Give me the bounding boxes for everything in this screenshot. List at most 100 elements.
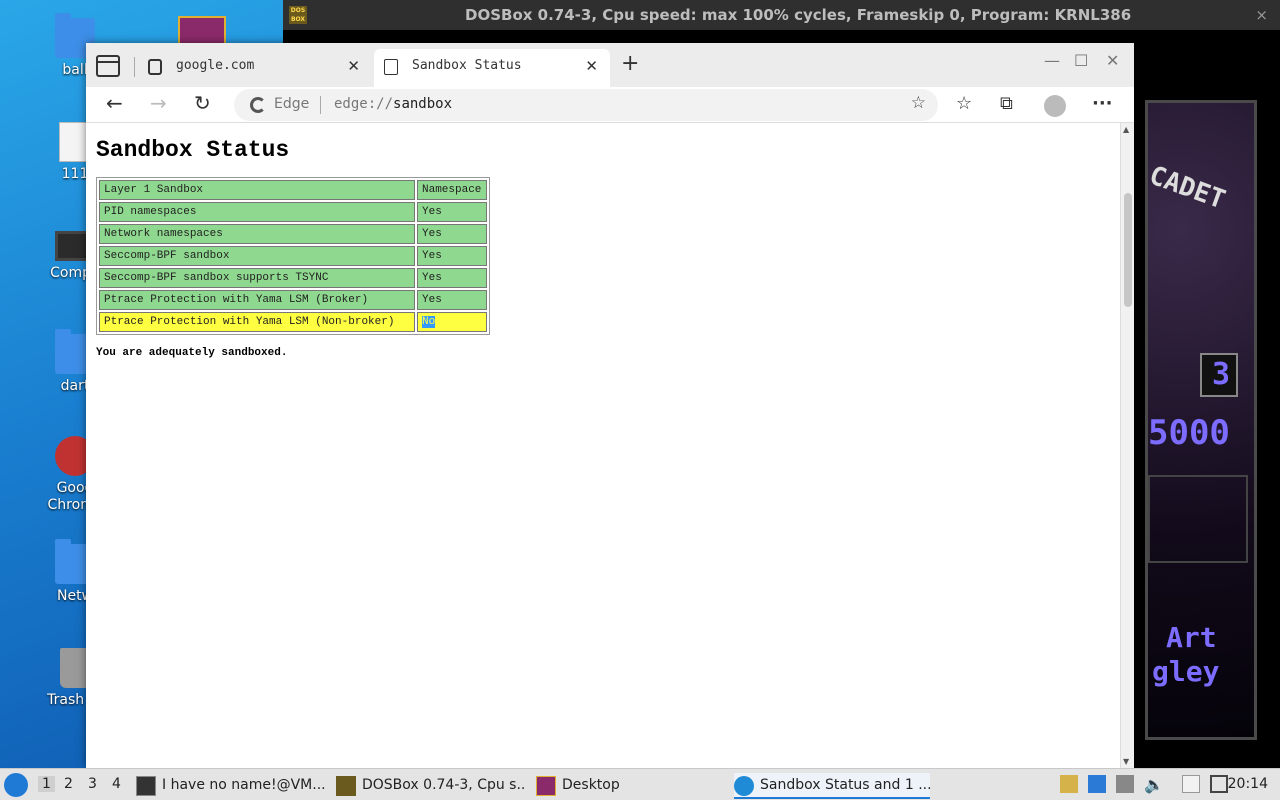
- feature-cell: Ptrace Protection with Yama LSM (Broker): [99, 290, 415, 310]
- page-content: Sandbox Status Layer 1 Sandbox Namespace P…: [86, 123, 1120, 768]
- address-bar[interactable]: Edge edge://sandbox ☆: [234, 89, 938, 121]
- pinball-game-view[interactable]: CADET 3 5000 Art gley: [1145, 100, 1257, 740]
- profile-avatar-icon[interactable]: [1044, 95, 1066, 117]
- feature-cell: Network namespaces: [99, 224, 415, 244]
- reload-icon[interactable]: ↻: [194, 91, 211, 115]
- browser-toolbar: ← → ↻ Edge edge://sandbox ☆ ☆ ⧉ ···: [86, 87, 1134, 123]
- page-scrollbar[interactable]: ▲ ▼: [1120, 123, 1134, 768]
- collections-icon[interactable]: ⧉: [1000, 93, 1013, 114]
- minimize-icon[interactable]: —: [1044, 51, 1060, 70]
- value-cell: Yes: [417, 224, 487, 244]
- tab-title: google.com: [176, 58, 255, 73]
- page-title: Sandbox Status: [96, 137, 290, 163]
- feature-cell: Ptrace Protection with Yama LSM (Non-bro…: [99, 312, 415, 332]
- table-row: Ptrace Protection with Yama LSM (Non-bro…: [99, 312, 487, 332]
- dosbox-icon: DOS BOX: [289, 6, 307, 24]
- dosbox-title-bar[interactable]: DOS BOX DOSBox 0.74-3, Cpu speed: max 10…: [283, 0, 1280, 30]
- winrar-icon[interactable]: [178, 16, 226, 46]
- network-tray-icon[interactable]: [1210, 775, 1228, 793]
- sandbox-status-table: Layer 1 Sandbox Namespace PID namespaces Ye…: [96, 177, 490, 335]
- workspace-4[interactable]: 4: [112, 776, 121, 792]
- feature-cell: Layer 1 Sandbox: [99, 180, 415, 200]
- tab-google[interactable]: google.com ✕: [138, 49, 372, 87]
- scroll-up-icon[interactable]: ▲: [1123, 125, 1129, 134]
- workspace-1[interactable]: 1: [38, 776, 55, 792]
- table-row: Seccomp-BPF sandbox Yes: [99, 246, 487, 266]
- ball-count: 3: [1212, 357, 1231, 392]
- clock: 20:14: [1227, 776, 1268, 792]
- edge-icon: [734, 776, 754, 796]
- address-brand: Edge: [274, 96, 310, 112]
- notes-tray-icon[interactable]: [1060, 775, 1078, 793]
- task-label: I have no name!@VM...: [162, 777, 326, 793]
- game-panel: [1148, 475, 1248, 563]
- display-tray-icon[interactable]: [1088, 775, 1106, 793]
- value-cell: Yes: [417, 268, 487, 288]
- page-favicon-icon: [148, 59, 162, 75]
- maximize-icon[interactable]: ☐: [1074, 51, 1088, 70]
- url-scheme: edge://: [334, 96, 394, 112]
- taskbar: 1 2 3 4 I have no name!@VM... DOSBox 0.7…: [0, 768, 1280, 800]
- value-cell: No: [417, 312, 487, 332]
- desktop-icon-label: 111: [61, 166, 89, 182]
- more-options-icon[interactable]: ···: [1092, 93, 1113, 114]
- selected-text: No: [422, 316, 436, 328]
- game-score: 5000: [1148, 413, 1230, 453]
- tab-bar[interactable]: google.com ✕ Sandbox Status ✕ + — ☐ ✕: [86, 43, 1134, 87]
- dosbox-close-icon[interactable]: ×: [1255, 0, 1268, 30]
- desktop-icon: [536, 776, 556, 796]
- url-path: sandbox: [393, 96, 453, 112]
- game-credit-line-1: Art: [1166, 621, 1217, 654]
- task-desktop[interactable]: Desktop: [536, 773, 636, 799]
- add-favorite-icon[interactable]: ☆: [911, 93, 926, 113]
- forward-icon[interactable]: →: [150, 91, 167, 115]
- workspace-2[interactable]: 2: [64, 776, 73, 792]
- sandbox-summary: You are adequately sandboxed.: [96, 347, 288, 359]
- close-window-icon[interactable]: ✕: [1106, 51, 1119, 70]
- table-row: Seccomp-BPF sandbox supports TSYNC Yes: [99, 268, 487, 288]
- favorites-icon[interactable]: ☆: [956, 93, 972, 114]
- value-cell: Yes: [417, 246, 487, 266]
- new-tab-button[interactable]: +: [621, 51, 639, 76]
- clipboard-tray-icon[interactable]: [1182, 775, 1200, 793]
- game-credit-line-2: gley: [1152, 655, 1220, 688]
- value-cell: Yes: [417, 290, 487, 310]
- workspace-3[interactable]: 3: [88, 776, 97, 792]
- address-url[interactable]: edge://sandbox: [334, 96, 452, 112]
- table-row: Network namespaces Yes: [99, 224, 487, 244]
- game-logo: CADET: [1145, 160, 1230, 216]
- table-row: PID namespaces Yes: [99, 202, 487, 222]
- feature-cell: Seccomp-BPF sandbox supports TSYNC: [99, 268, 415, 288]
- task-label: Sandbox Status and 1 ...: [760, 777, 930, 793]
- storage-tray-icon[interactable]: [1116, 775, 1134, 793]
- table-row: Layer 1 Sandbox Namespace: [99, 180, 487, 200]
- desktop-icon-label: ball: [62, 62, 88, 78]
- volume-icon[interactable]: 🔈: [1144, 775, 1164, 794]
- dosbox-title: DOSBox 0.74-3, Cpu speed: max 100% cycle…: [465, 6, 1132, 24]
- ball-count-box: 3: [1200, 353, 1238, 397]
- dosbox-icon: [336, 776, 356, 796]
- task-label: DOSBox 0.74-3, Cpu s...: [362, 777, 526, 793]
- address-separator: [320, 96, 321, 114]
- browser-window[interactable]: google.com ✕ Sandbox Status ✕ + — ☐ ✕ ← …: [86, 43, 1134, 768]
- document-favicon-icon: [384, 59, 398, 75]
- tab-title: Sandbox Status: [412, 58, 522, 73]
- tab-separator: [134, 57, 135, 77]
- task-terminal[interactable]: I have no name!@VM...: [136, 773, 326, 799]
- tab-sandbox-status[interactable]: Sandbox Status ✕: [374, 49, 610, 87]
- start-menu-icon[interactable]: [4, 773, 28, 797]
- back-icon[interactable]: ←: [106, 91, 123, 115]
- tab-actions-icon[interactable]: [96, 55, 120, 77]
- feature-cell: Seccomp-BPF sandbox: [99, 246, 415, 266]
- scrollbar-thumb[interactable]: [1124, 193, 1132, 307]
- value-cell: Yes: [417, 202, 487, 222]
- scroll-down-icon[interactable]: ▼: [1123, 757, 1129, 766]
- task-dosbox[interactable]: DOSBox 0.74-3, Cpu s...: [336, 773, 526, 799]
- tab-close-icon[interactable]: ✕: [347, 49, 360, 83]
- table-row: Ptrace Protection with Yama LSM (Broker)…: [99, 290, 487, 310]
- value-cell: Namespace: [417, 180, 487, 200]
- tab-close-icon[interactable]: ✕: [585, 49, 598, 83]
- task-label: Desktop: [562, 777, 620, 793]
- task-browser[interactable]: Sandbox Status and 1 ...: [734, 773, 930, 799]
- feature-cell: PID namespaces: [99, 202, 415, 222]
